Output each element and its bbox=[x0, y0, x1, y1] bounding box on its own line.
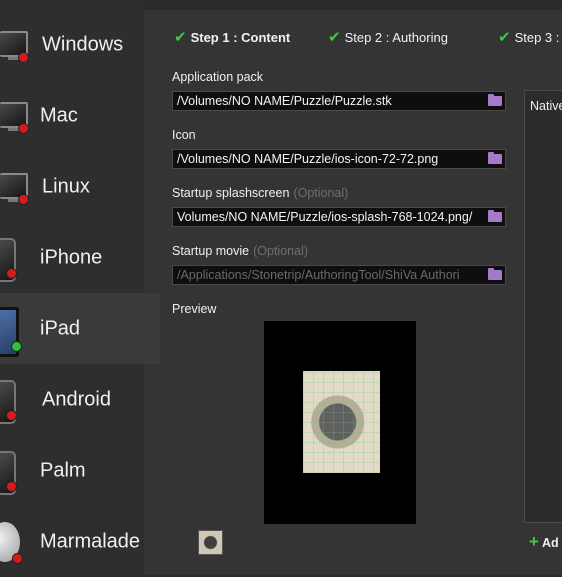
wizard-steps: ✔ Step 1 : Content ✔ Step 2 : Authoring ✔ S… bbox=[144, 10, 562, 50]
movie-field bbox=[172, 265, 506, 285]
application-pack-label: Application pack bbox=[172, 70, 263, 84]
optional-hint: (Optional) bbox=[253, 244, 309, 258]
icon-label: Icon bbox=[172, 128, 196, 142]
status-red-icon bbox=[6, 267, 17, 279]
sidebar-item-linux[interactable]: Linux bbox=[0, 151, 144, 222]
native-panel-title: Native bbox=[530, 99, 562, 113]
step-label: Step 3 : bbox=[514, 30, 560, 45]
sidebar-item-label: iPhone bbox=[40, 246, 103, 268]
splash-preview bbox=[264, 321, 416, 524]
main-panel: ✔ Step 1 : Content ✔ Step 2 : Authoring ✔ S… bbox=[144, 10, 562, 575]
label-text: Startup movie bbox=[172, 244, 250, 258]
checkmark-icon: ✔ bbox=[174, 29, 187, 46]
status-red-icon bbox=[18, 193, 29, 205]
linux-device-icon bbox=[0, 167, 30, 207]
icon-input[interactable] bbox=[177, 150, 487, 168]
sidebar-item-label: Android bbox=[42, 388, 111, 410]
sidebar-item-label: iPad bbox=[40, 317, 81, 339]
step-label: Step 2 : Authoring bbox=[344, 30, 448, 45]
sidebar-item-label: Linux bbox=[42, 175, 90, 197]
icon-thumbnail bbox=[198, 530, 223, 555]
application-pack-input[interactable] bbox=[177, 92, 487, 110]
sidebar-item-label: Windows bbox=[42, 33, 124, 55]
android-device-icon bbox=[0, 379, 22, 424]
sidebar-item-windows[interactable]: Windows bbox=[0, 9, 144, 80]
ipad-device-icon bbox=[0, 306, 24, 357]
sidebar-item-marmalade[interactable]: Marmalade bbox=[0, 506, 144, 577]
splashscreen-label: Startup splashscreen (Optional) bbox=[172, 186, 348, 200]
step-3-tab[interactable]: ✔ Step 3 : bbox=[498, 28, 559, 46]
step-label: Step 1 : Content bbox=[190, 30, 291, 45]
preview-image bbox=[303, 371, 380, 473]
status-red-icon bbox=[12, 552, 23, 564]
iphone-device-icon bbox=[0, 237, 22, 282]
optional-hint: (Optional) bbox=[293, 186, 349, 200]
preview-label: Preview bbox=[172, 302, 216, 316]
windows-device-icon bbox=[0, 25, 30, 65]
folder-icon[interactable] bbox=[488, 210, 502, 222]
sidebar-item-iphone[interactable]: iPhone bbox=[0, 222, 144, 293]
label-text: Preview bbox=[172, 302, 217, 316]
sidebar-item-mac[interactable]: Mac bbox=[0, 80, 144, 151]
movie-input[interactable] bbox=[177, 266, 487, 284]
sidebar-item-label: Mac bbox=[40, 104, 78, 126]
palm-device-icon bbox=[0, 450, 22, 495]
step-2-tab[interactable]: ✔ Step 2 : Authoring bbox=[328, 28, 448, 46]
label-text: Startup splashscreen bbox=[172, 186, 290, 200]
folder-icon[interactable] bbox=[488, 94, 502, 106]
add-button-label: Ad bbox=[541, 536, 559, 550]
native-panel: Native bbox=[524, 90, 562, 523]
checkmark-icon: ✔ bbox=[328, 29, 341, 46]
checkmark-icon: ✔ bbox=[498, 29, 511, 46]
status-red-icon bbox=[6, 480, 17, 492]
label-text: Application pack bbox=[172, 70, 264, 84]
sidebar-item-palm[interactable]: Palm bbox=[0, 435, 144, 506]
folder-icon[interactable] bbox=[488, 152, 502, 164]
sidebar-item-ipad[interactable]: iPad bbox=[0, 293, 160, 364]
splashscreen-input[interactable] bbox=[177, 208, 487, 226]
folder-icon[interactable] bbox=[488, 268, 502, 280]
splashscreen-field bbox=[172, 207, 506, 227]
status-red-icon bbox=[6, 409, 17, 421]
sidebar-item-label: Marmalade bbox=[40, 530, 141, 552]
sidebar-item-android[interactable]: Android bbox=[0, 364, 144, 435]
status-red-icon bbox=[18, 122, 29, 134]
marmalade-device-icon bbox=[0, 521, 26, 564]
status-green-icon bbox=[11, 340, 22, 352]
icon-field bbox=[172, 149, 506, 169]
status-red-icon bbox=[18, 51, 29, 63]
step-1-tab[interactable]: ✔ Step 1 : Content bbox=[174, 28, 290, 46]
application-pack-field bbox=[172, 91, 506, 111]
add-button[interactable]: + Ad bbox=[529, 532, 559, 552]
label-text: Icon bbox=[172, 128, 196, 142]
mac-device-icon bbox=[0, 96, 30, 136]
platform-sidebar: Windows Mac Linux iPhone iPad Android Pa… bbox=[0, 0, 160, 577]
plus-icon: + bbox=[529, 532, 539, 551]
movie-label: Startup movie (Optional) bbox=[172, 244, 308, 258]
sidebar-item-label: Palm bbox=[40, 459, 86, 481]
